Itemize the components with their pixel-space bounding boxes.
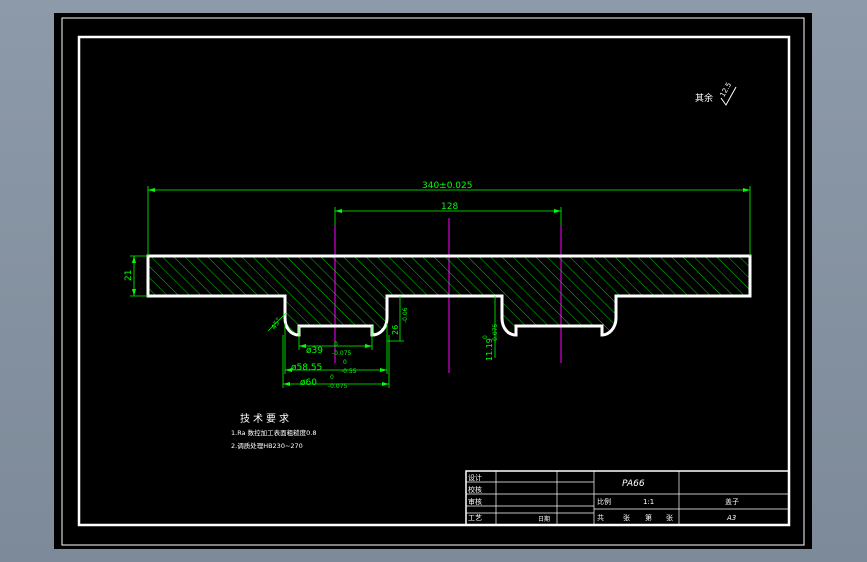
tech-requirements-title: 技术要求	[240, 412, 292, 425]
dim-right-tol-bottom: -0.075	[492, 323, 499, 343]
tb-date-label: 日期	[538, 515, 550, 523]
cad-viewport[interactable]: 其余 12.5 340±0.025 128 21 45° 26 -0.06 ø3…	[54, 13, 812, 549]
dim-overall-length: 340±0.025	[422, 181, 472, 191]
dim-d2-value: ø58.55	[291, 363, 322, 373]
tb-count-sheet2: 张	[666, 513, 673, 522]
title-block-texts: 设计 校核 审核 工艺 日期 PA66 比例 1:1 共 张 第 张 盖子 A3	[468, 473, 739, 523]
tb-count-total: 共	[597, 513, 604, 522]
dim-right-tol-top: 0	[482, 335, 489, 339]
dim-d2-tol-top: 0	[343, 359, 347, 366]
surface-note: 其余 12.5	[695, 81, 737, 106]
tb-design-label: 设计	[468, 473, 482, 482]
cad-drawing-canvas: 其余 12.5 340±0.025 128 21 45° 26 -0.06 ø3…	[61, 17, 805, 546]
dim-groove-depth: 26	[391, 325, 400, 335]
dim-d3-value: ø60	[300, 378, 317, 388]
tech-requirements: 技术要求 1.Ra 数控加工表面粗糙度0.8 2.调质处理HB230~270	[231, 412, 316, 450]
dim-d1-tol-top: 0	[334, 341, 338, 348]
tb-craft-label: 工艺	[468, 514, 482, 522]
dim-d1-tol-bottom: -0.075	[332, 350, 352, 357]
tb-scale-value: 1:1	[643, 498, 654, 506]
dim-d2-tol-bottom: -0.55	[341, 368, 357, 375]
dim-d1-value: ø39	[306, 346, 323, 356]
tb-review-label: 审核	[468, 497, 482, 506]
dim-d3-tol-bottom: -0.075	[328, 383, 348, 390]
surface-note-label: 其余	[695, 92, 713, 104]
tb-material: PA66	[622, 479, 645, 489]
tech-requirement-item-2: 2.调质处理HB230~270	[231, 441, 303, 450]
dim-thickness: 21	[124, 270, 134, 281]
dim-d3-tol-top: 0	[330, 374, 334, 381]
tb-part-name: 盖子	[725, 497, 739, 506]
tb-check-label: 校核	[468, 485, 482, 494]
dim-groove-depth-tol: -0.06	[402, 307, 409, 323]
tech-requirement-item-1: 1.Ra 数控加工表面粗糙度0.8	[231, 428, 316, 437]
tb-sheet-size: A3	[726, 514, 736, 522]
tb-count-sheet: 张	[623, 513, 630, 522]
tb-count-no: 第	[645, 513, 652, 522]
tb-scale-label: 比例	[597, 497, 611, 506]
dim-center-distance: 128	[441, 202, 458, 212]
